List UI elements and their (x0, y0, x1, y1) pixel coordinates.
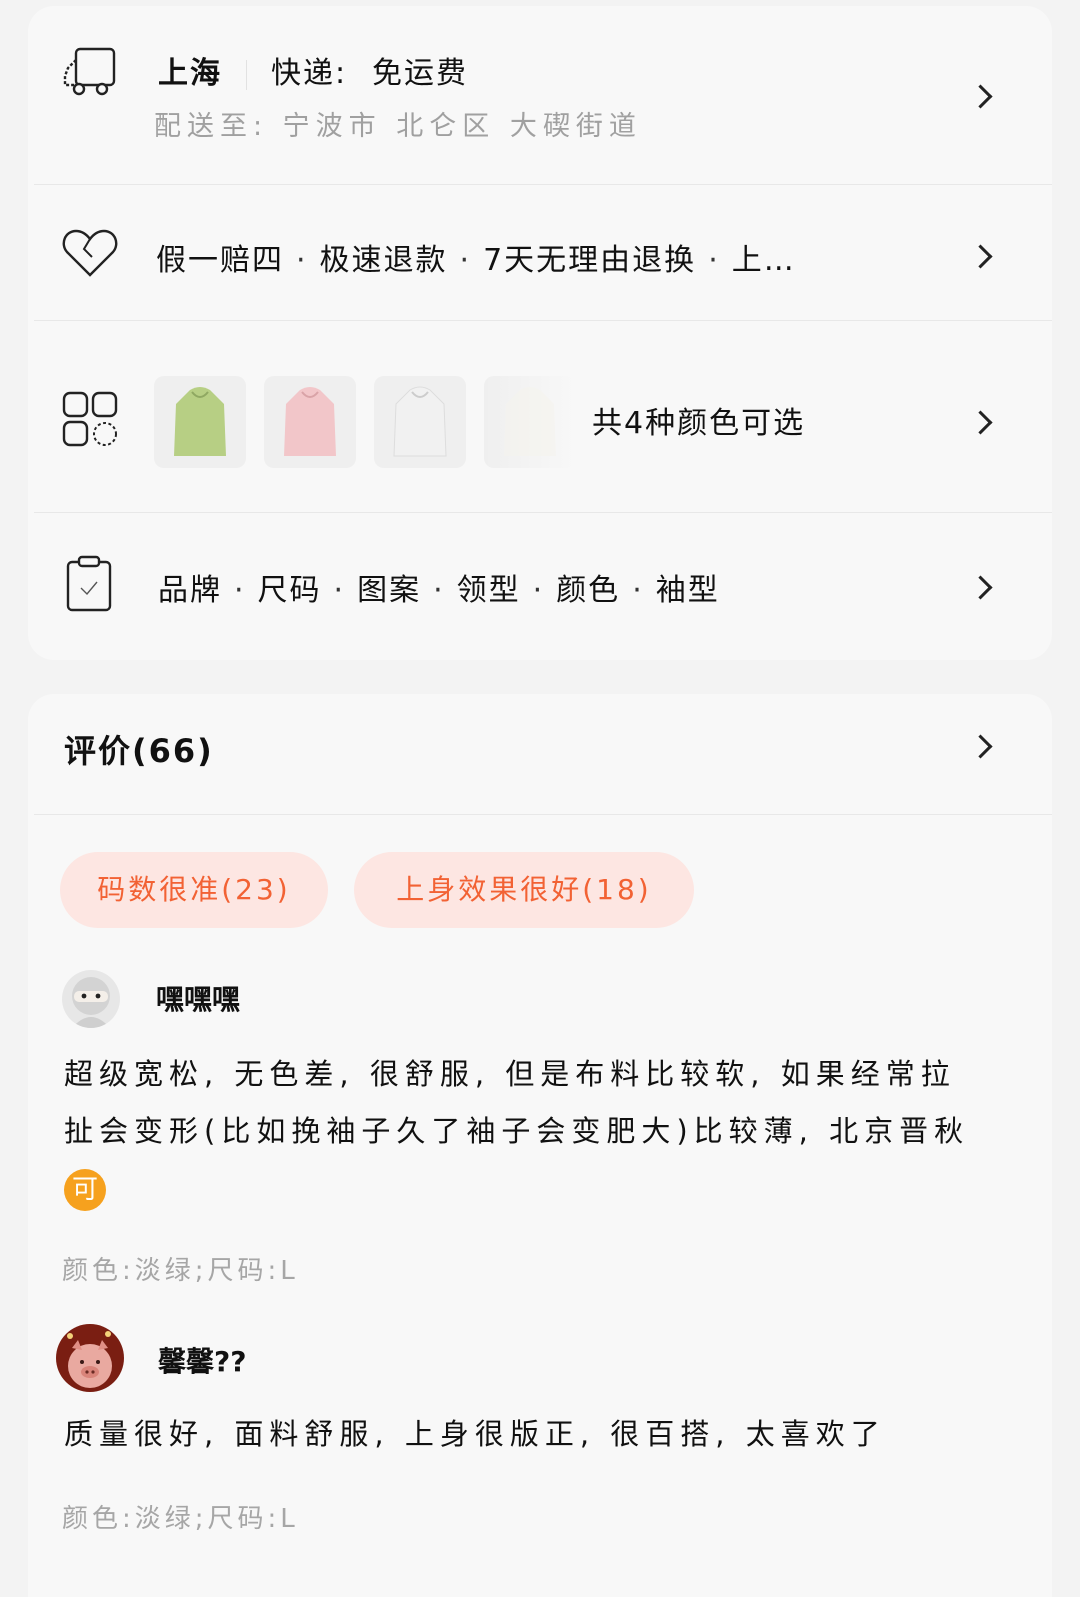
product-params-row[interactable]: 品牌 · 尺码 · 图案 · 领型 · 颜色 · 袖型 (28, 513, 1052, 660)
delivery-address: 配送至: 宁波市 北仑区 大碶街道 (154, 111, 642, 142)
guarantee-item: 假一赔四 (156, 243, 284, 278)
delivery-summary: 上海 快递: 免运费 (158, 48, 468, 92)
reviews-header[interactable]: 评价(66) (28, 694, 1052, 814)
pig-avatar-image (67, 1331, 112, 1388)
review-tag[interactable]: 上身效果很好(18) (354, 852, 694, 928)
grid-options-icon (62, 391, 118, 447)
color-thumbnail-pink[interactable] (264, 376, 356, 468)
guarantee-row[interactable]: 假一赔四 · 极速退款 · 7天无理由退换 · 上… (28, 185, 1052, 320)
guarantee-item: 极速退款 (319, 243, 448, 278)
reviews-chevron-right-icon (968, 734, 993, 759)
emoji-badge: 可 (64, 1169, 106, 1211)
guarantee-chevron-right-icon (968, 244, 993, 269)
reviewer-name: 嘿嘿嘿 (156, 983, 241, 1016)
reviews-title: 评价(66) (64, 732, 214, 770)
shipping-label: 快递: (271, 56, 348, 91)
param-item: 颜色 (556, 573, 621, 608)
color-thumbnail-green[interactable] (154, 376, 246, 468)
clipboard-check-icon (66, 555, 112, 612)
review-body: 质量很好, 面料舒服, 上身很版正, 很百搭, 太喜欢了 (64, 1417, 886, 1451)
divider (34, 814, 1052, 815)
review-spec: 颜色:淡绿;尺码:L (62, 1256, 299, 1286)
shipping-value: 免运费 (372, 56, 468, 91)
delivery-row[interactable]: 上海 快递: 免运费 配送至: 宁波市 北仑区 大碶街道 (28, 6, 1052, 184)
avatar[interactable] (62, 970, 120, 1028)
param-item: 领型 (456, 573, 521, 608)
param-item: 图案 (357, 573, 422, 608)
hoodie-image (504, 387, 556, 456)
color-count-text: 共4种颜色可选 (592, 406, 806, 441)
guarantee-item: 7天无理由退换 (483, 243, 697, 278)
delivery-separator (246, 59, 247, 90)
review-text: 超级宽松, 无色差, 很舒服, 但是布料比较软, 如果经常拉扯会变形(比如挽袖子… (64, 1046, 984, 1217)
delivery-city: 上海 (158, 56, 222, 91)
hoodie-image (284, 387, 336, 456)
review-text: 质量很好, 面料舒服, 上身很版正, 很百搭, 太喜欢了 (64, 1406, 984, 1463)
color-thumbnail-cream[interactable] (484, 376, 576, 468)
guarantee-item: 上… (731, 243, 796, 278)
truck-icon (63, 47, 116, 96)
avatar[interactable] (56, 1324, 124, 1392)
service-card: 上海 快递: 免运费 配送至: 宁波市 北仑区 大碶街道 假一赔四 · 极速退款 · 7天… (28, 6, 1052, 660)
hoodie-image (174, 387, 226, 456)
params-list: 品牌 · 尺码 · 图案 · 领型 · 颜色 · 袖型 (158, 573, 720, 608)
review-spec: 颜色:淡绿;尺码:L (62, 1504, 299, 1534)
param-item: 袖型 (655, 573, 720, 608)
delivery-chevron-right-icon (968, 84, 993, 109)
colors-chevron-right-icon (968, 410, 993, 435)
param-item: 品牌 (158, 573, 222, 608)
review-tag[interactable]: 码数很准(23) (60, 852, 328, 928)
params-chevron-right-icon (968, 575, 993, 600)
param-item: 尺码 (257, 573, 322, 608)
reviewer-name: 馨馨?? (158, 1345, 247, 1378)
hoodie-image (393, 386, 447, 457)
heart-shield-icon (62, 229, 118, 277)
ninja-avatar-image (72, 977, 110, 1028)
color-thumbnail-white[interactable] (374, 376, 466, 468)
guarantee-list: 假一赔四 · 极速退款 · 7天无理由退换 · 上… (156, 243, 796, 278)
review-body: 超级宽松, 无色差, 很舒服, 但是布料比较软, 如果经常拉扯会变形(比如挽袖子… (64, 1057, 970, 1148)
